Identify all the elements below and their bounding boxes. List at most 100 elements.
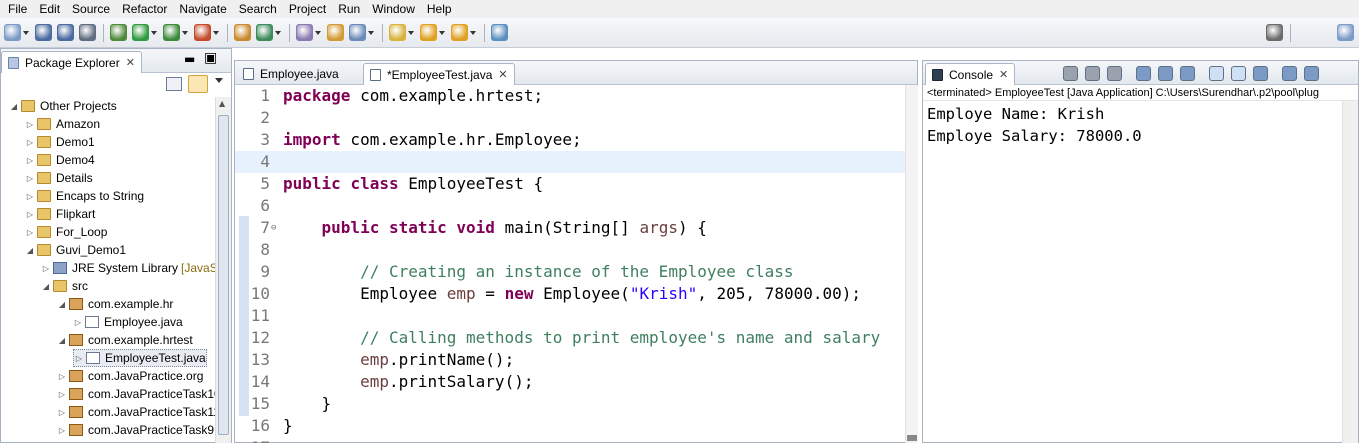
new-java-project-icon[interactable] [234, 24, 251, 41]
tree-item[interactable]: ◢ com.example.hr [57, 295, 173, 313]
tree-item[interactable]: ◢ Guvi_Demo1 [25, 241, 126, 259]
tree-item[interactable]: ▷ Demo4 [25, 151, 95, 169]
link-with-editor-icon[interactable] [188, 75, 208, 93]
collapsed-arrow-icon[interactable]: ▷ [25, 192, 35, 201]
collapsed-arrow-icon[interactable]: ▷ [25, 156, 35, 165]
menu-run[interactable]: Run [332, 0, 366, 18]
external-tools-icon[interactable] [194, 24, 211, 41]
close-icon[interactable]: ✕ [498, 68, 507, 81]
close-icon[interactable]: ✕ [999, 68, 1008, 81]
run-icon[interactable] [132, 24, 149, 41]
tree-item[interactable]: ◢ src [41, 277, 88, 295]
tree-item[interactable]: ▷ com.JavaPracticeTask9.c [57, 421, 215, 439]
collapse-all-icon[interactable] [166, 77, 182, 91]
menu-refactor[interactable]: Refactor [116, 0, 173, 18]
editor-scrollbar[interactable] [905, 85, 918, 443]
open-type-icon[interactable] [296, 24, 313, 41]
print-icon[interactable] [79, 24, 96, 41]
dropdown-arrow-icon[interactable] [275, 30, 281, 35]
collapsed-arrow-icon[interactable]: ▷ [74, 354, 84, 363]
dropdown-arrow-icon[interactable] [368, 30, 374, 35]
debug-icon[interactable] [110, 24, 127, 41]
display-console-icon[interactable] [1282, 65, 1297, 81]
view-menu-icon[interactable] [215, 78, 223, 83]
pin-console-icon[interactable] [1253, 65, 1268, 81]
tree-item[interactable]: ▷ Demo1 [25, 133, 95, 151]
menu-search[interactable]: Search [233, 0, 283, 18]
tree-item[interactable]: ▷ com.JavaPractice.org [57, 367, 203, 385]
maximize-icon[interactable]: ▣ [204, 50, 217, 66]
forward-icon[interactable] [451, 24, 468, 41]
close-icon[interactable]: ✕ [126, 56, 135, 69]
tree-item[interactable]: ▷ com.JavaPracticeTask11 [57, 403, 215, 421]
collapsed-arrow-icon[interactable]: ▷ [57, 408, 67, 417]
tree-item[interactable]: ▷ Encaps to String [25, 187, 144, 205]
collapsed-arrow-icon[interactable]: ▷ [25, 210, 35, 219]
menu-help[interactable]: Help [421, 0, 458, 18]
collapsed-arrow-icon[interactable]: ▷ [25, 174, 35, 183]
collapsed-arrow-icon[interactable]: ▷ [25, 120, 35, 129]
tree-item[interactable]: ▷ com.JavaPracticeTask10 [57, 385, 215, 403]
tab-package-explorer[interactable]: Package Explorer ✕ [1, 51, 142, 73]
dropdown-arrow-icon[interactable] [439, 30, 445, 35]
terminate-icon[interactable] [1063, 65, 1078, 81]
fold-toggle-icon[interactable]: ⊖ [271, 217, 276, 239]
quick-access-search-icon[interactable] [1266, 24, 1283, 41]
dropdown-arrow-icon[interactable] [315, 30, 321, 35]
dropdown-arrow-icon[interactable] [470, 30, 476, 35]
collapsed-arrow-icon[interactable]: ▷ [73, 318, 83, 327]
menu-edit[interactable]: Edit [33, 0, 66, 18]
menu-project[interactable]: Project [283, 0, 332, 18]
collapsed-arrow-icon[interactable]: ▷ [41, 264, 51, 273]
collapsed-arrow-icon[interactable]: ▷ [25, 228, 35, 237]
tree-item[interactable]: ▷ Flipkart [25, 205, 95, 223]
show-on-stdout-icon[interactable] [1209, 65, 1224, 81]
perspective-icon[interactable] [1337, 24, 1354, 41]
tab-console[interactable]: Console ✕ [925, 63, 1016, 85]
menu-file[interactable]: File [2, 0, 33, 18]
expanded-arrow-icon[interactable]: ◢ [9, 102, 19, 111]
remove-all-terminated-icon[interactable] [1107, 65, 1122, 81]
expanded-arrow-icon[interactable]: ◢ [57, 336, 67, 345]
package-explorer-scrollbar[interactable]: ▲ [215, 97, 231, 443]
dropdown-arrow-icon[interactable] [23, 30, 29, 35]
collapsed-arrow-icon[interactable]: ▷ [57, 426, 67, 435]
tree-item[interactable]: ◢ Other Projects [9, 97, 117, 115]
tree-item[interactable]: ◢ com.example.hrtest [57, 331, 193, 349]
dropdown-arrow-icon[interactable] [151, 30, 157, 35]
annotation-icon[interactable] [349, 24, 366, 41]
save-icon[interactable] [35, 24, 52, 41]
tab-employee-java[interactable]: Employee.java [237, 63, 345, 85]
collapsed-arrow-icon[interactable]: ▷ [57, 390, 67, 399]
tree-item[interactable]: ▷ Details [25, 169, 93, 187]
new-class-icon[interactable] [256, 24, 273, 41]
collapsed-arrow-icon[interactable]: ▷ [57, 372, 67, 381]
dropdown-arrow-icon[interactable] [182, 30, 188, 35]
tree-item[interactable]: ▷ Employee.java [73, 313, 183, 331]
expanded-arrow-icon[interactable]: ◢ [41, 282, 51, 291]
back-icon[interactable] [420, 24, 437, 41]
save-all-icon[interactable] [57, 24, 74, 41]
word-wrap-icon[interactable] [1180, 65, 1195, 81]
dropdown-arrow-icon[interactable] [408, 30, 414, 35]
tree-item[interactable]: ▷ JRE System Library [JavaSE- [41, 259, 215, 277]
menu-window[interactable]: Window [366, 0, 421, 18]
tab-employeetest-java[interactable]: *EmployeeTest.java ✕ [363, 63, 515, 85]
expanded-arrow-icon[interactable]: ◢ [57, 300, 67, 309]
dropdown-arrow-icon[interactable] [213, 30, 219, 35]
remove-launch-icon[interactable] [1085, 65, 1100, 81]
show-on-stderr-icon[interactable] [1231, 65, 1246, 81]
clear-console-icon[interactable] [1136, 65, 1151, 81]
coverage-icon[interactable] [163, 24, 180, 41]
console-scrollbar[interactable] [1342, 101, 1358, 443]
search-icon[interactable] [327, 24, 344, 41]
pin-editor-icon[interactable] [491, 24, 508, 41]
menu-source[interactable]: Source [66, 0, 116, 18]
scroll-lock-icon[interactable] [1158, 65, 1173, 81]
menu-navigate[interactable]: Navigate [173, 0, 232, 18]
tree-item[interactable]: ▷ EmployeeTest.java [73, 349, 207, 367]
new-icon[interactable] [4, 24, 21, 41]
next-annotation-icon[interactable] [389, 24, 406, 41]
code-editor[interactable]: 1 package com.example.hrtest; 2 3 import com… [235, 85, 905, 443]
minimize-icon[interactable]: ▬ [184, 52, 195, 66]
